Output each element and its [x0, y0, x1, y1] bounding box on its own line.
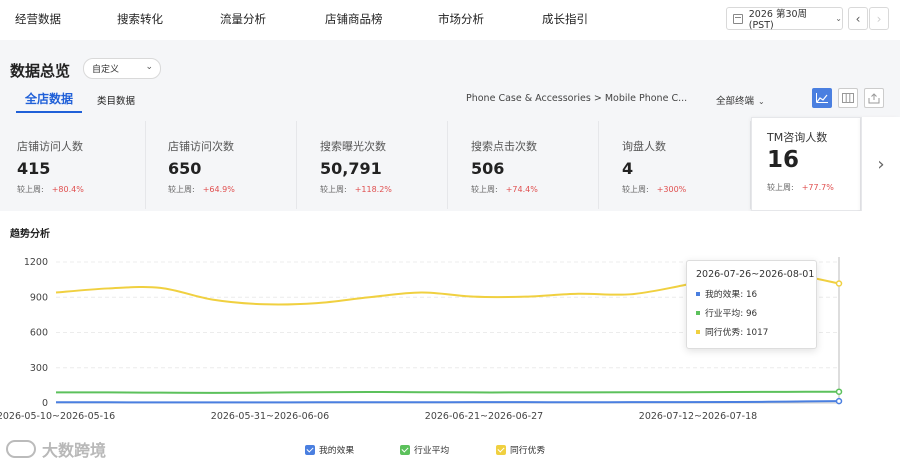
series-point-2 [835, 280, 843, 287]
trend-chart: 0 300 600 900 1200 2026-05-10~2026-05-16 2026-… [0, 257, 843, 422]
x-tick-label: 2026-06-21~2026-06-27 [425, 411, 543, 422]
y-tick-label: 0 [42, 398, 48, 409]
series-point-1 [835, 388, 843, 395]
tooltip-row-top: 同行优秀: 1017 [696, 325, 807, 338]
watermark-logo-icon [6, 440, 36, 458]
y-tick-label: 600 [30, 328, 48, 339]
chart-tooltip: 2026-07-26~2026-08-01 我的效果: 16 行业平均: 96 … [686, 260, 817, 349]
legend-mine[interactable]: 我的效果 [305, 443, 354, 456]
top-dot-icon [696, 329, 700, 334]
legend-top[interactable]: 同行优秀 [496, 443, 545, 456]
industry-dot-icon [696, 310, 700, 315]
legend-industry[interactable]: 行业平均 [400, 443, 449, 456]
checkbox-icon [496, 444, 506, 455]
x-tick-label: 2026-05-10~2026-05-16 [0, 411, 115, 422]
y-tick-label: 300 [30, 363, 48, 374]
series-line-1 [55, 390, 840, 394]
y-tick-label: 900 [30, 292, 48, 303]
tooltip-row-mine: 我的效果: 16 [696, 287, 807, 300]
series-point-0 [835, 397, 843, 405]
mine-dot-icon [696, 291, 700, 296]
x-tick-label: 2026-07-12~2026-07-18 [639, 411, 757, 422]
tooltip-row-industry: 行业平均: 96 [696, 306, 807, 319]
x-tick-label: 2026-05-31~2026-06-06 [211, 411, 329, 422]
y-tick-label: 1200 [24, 257, 48, 268]
watermark: 大数跨境 [6, 437, 106, 461]
tooltip-title: 2026-07-26~2026-08-01 [696, 269, 815, 280]
checkbox-icon [305, 444, 315, 455]
checkbox-icon [400, 444, 410, 455]
series-line-0 [55, 400, 840, 404]
